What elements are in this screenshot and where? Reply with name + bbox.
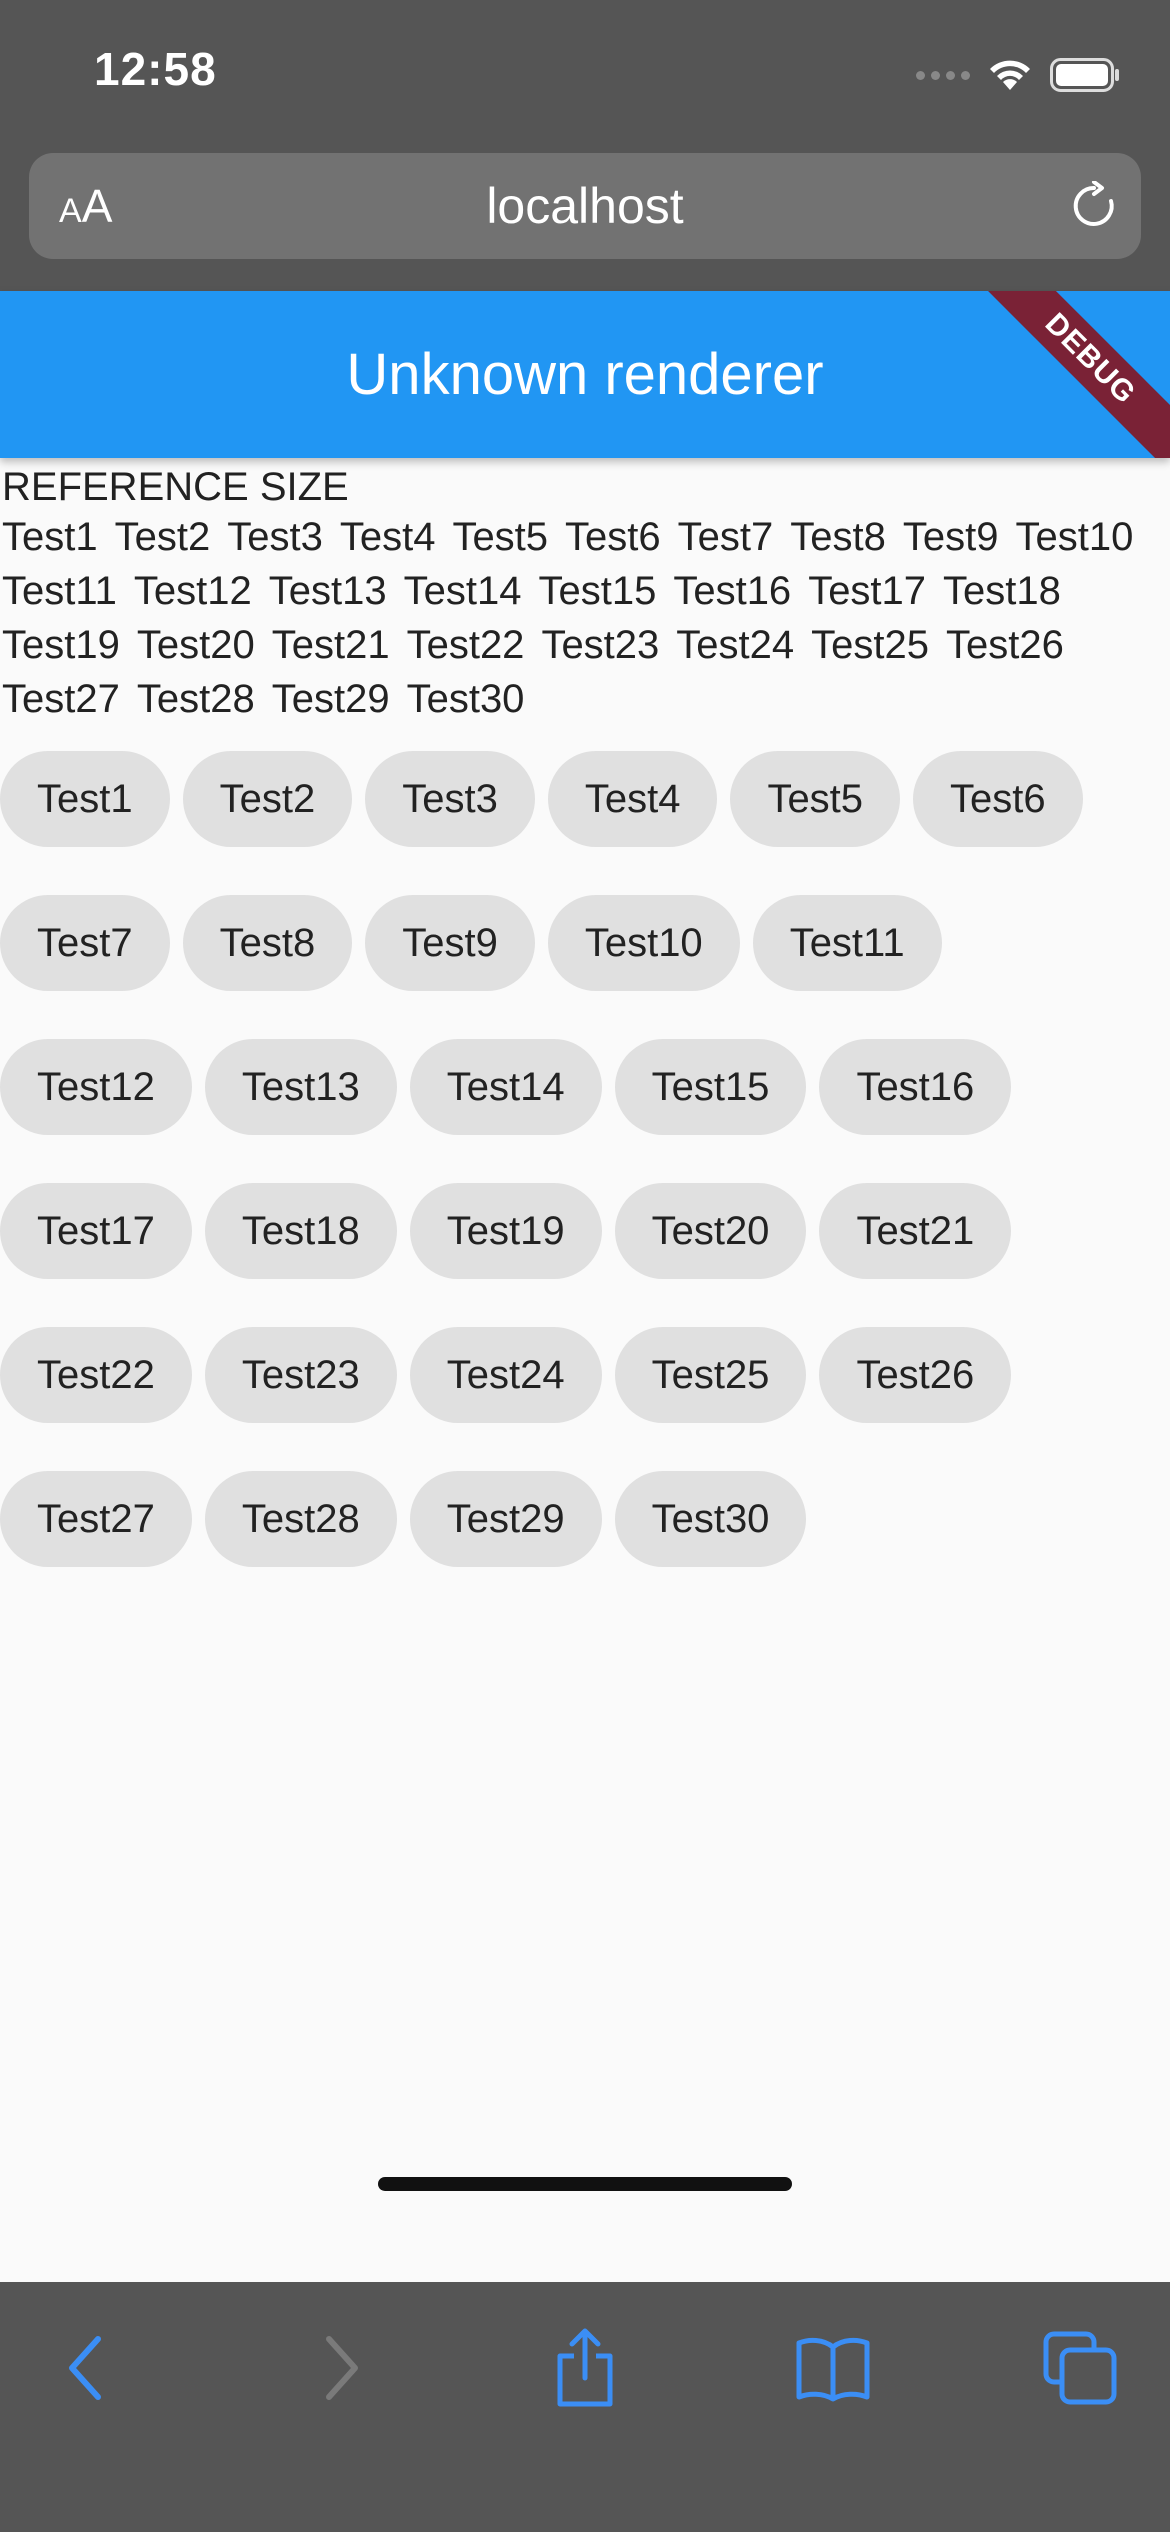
- chip[interactable]: Test4: [547, 751, 718, 847]
- reference-word: Test29: [271, 677, 390, 721]
- chip[interactable]: Test7: [0, 895, 170, 991]
- chip-row: Test22 Test23 Test24 Test25 Test26: [0, 1327, 1170, 1423]
- bookmarks-icon: [796, 2337, 870, 2402]
- chip[interactable]: Test13: [204, 1039, 397, 1135]
- chip-list: Test1 Test2 Test3 Test4 Test5 Test6 Test7 Test8…: [0, 751, 1170, 1615]
- reference-word: Test25: [811, 623, 930, 667]
- reference-word: Test14: [403, 569, 522, 613]
- url-text[interactable]: localhost: [29, 153, 1141, 259]
- share-icon: [557, 2328, 613, 2407]
- chip[interactable]: Test1: [0, 751, 170, 847]
- reference-word: Test19: [2, 623, 120, 667]
- reference-word: Test30: [406, 677, 525, 721]
- reference-word: Test6: [565, 515, 661, 559]
- chip[interactable]: Test15: [614, 1039, 807, 1135]
- reference-word: Test11: [2, 569, 117, 613]
- chip[interactable]: Test6: [913, 751, 1083, 847]
- chip[interactable]: Test21: [819, 1183, 1012, 1279]
- reference-word: Test27: [2, 677, 120, 721]
- reference-word: Test26: [946, 623, 1064, 667]
- chip[interactable]: Test3: [365, 751, 535, 847]
- chip[interactable]: Test9: [365, 895, 535, 991]
- back-icon: [69, 2336, 101, 2400]
- chip[interactable]: Test30: [614, 1471, 807, 1567]
- chip[interactable]: Test2: [182, 751, 353, 847]
- chip-row: Test27 Test28 Test29 Test30: [0, 1471, 1170, 1567]
- bookmarks-button[interactable]: [793, 2328, 873, 2408]
- chip[interactable]: Test14: [409, 1039, 602, 1135]
- chip-row: Test1 Test2 Test3 Test4 Test5 Test6: [0, 751, 1170, 847]
- reference-word: Test10: [1015, 515, 1134, 559]
- reference-word: Test5: [452, 515, 549, 559]
- chip[interactable]: Test8: [182, 895, 353, 991]
- status-time: 12:58: [94, 43, 217, 95]
- chip[interactable]: Test10: [547, 895, 740, 991]
- chip[interactable]: Test18: [204, 1183, 397, 1279]
- tabs-icon: [1043, 2331, 1117, 2405]
- status-icons: [916, 50, 1120, 100]
- reference-word: Test9: [902, 515, 999, 559]
- browser-bottom-toolbar: [0, 2282, 1170, 2532]
- chip[interactable]: Test27: [0, 1471, 192, 1567]
- reload-icon[interactable]: [1069, 180, 1119, 236]
- chip[interactable]: Test5: [730, 751, 901, 847]
- chip[interactable]: Test29: [409, 1471, 602, 1567]
- forward-icon: [326, 2336, 358, 2400]
- chip[interactable]: Test26: [819, 1327, 1012, 1423]
- reference-word: Test12: [133, 569, 252, 613]
- reference-word: Test13: [268, 569, 387, 613]
- reference-word: Test18: [943, 569, 1061, 613]
- chip-row: Test17 Test18 Test19 Test20 Test21: [0, 1183, 1170, 1279]
- reference-word: Test23: [541, 623, 660, 667]
- battery-icon: [1050, 58, 1120, 92]
- chip-row: Test12 Test13 Test14 Test15 Test16: [0, 1039, 1170, 1135]
- reference-word: Test28: [136, 677, 255, 721]
- chip[interactable]: Test11: [752, 895, 942, 991]
- reference-word: Test16: [673, 569, 792, 613]
- reference-word: Test2: [114, 515, 211, 559]
- app-bar: Unknown renderer DEBUG: [0, 291, 1170, 458]
- chip-row: Test7 Test8 Test9 Test10 Test11: [0, 895, 1170, 991]
- chip[interactable]: Test16: [819, 1039, 1012, 1135]
- chip[interactable]: Test20: [614, 1183, 807, 1279]
- chip[interactable]: Test19: [409, 1183, 602, 1279]
- browser-top-chrome: 12:58 AA localhost: [0, 0, 1170, 291]
- share-button[interactable]: [545, 2328, 625, 2408]
- chip[interactable]: Test22: [0, 1327, 192, 1423]
- chip[interactable]: Test28: [204, 1471, 397, 1567]
- address-bar[interactable]: AA localhost: [29, 153, 1141, 259]
- chip[interactable]: Test12: [0, 1039, 192, 1135]
- chip[interactable]: Test25: [614, 1327, 807, 1423]
- chip[interactable]: Test24: [409, 1327, 602, 1423]
- reference-word: Test3: [227, 515, 323, 559]
- page-content: REFERENCE SIZE Test1 Test2 Test3 Test4 Test5…: [0, 458, 1170, 726]
- reference-word: Test22: [406, 623, 525, 667]
- page-title: Unknown renderer: [346, 342, 824, 407]
- forward-button[interactable]: [300, 2328, 380, 2408]
- back-button[interactable]: [47, 2328, 127, 2408]
- reference-word: Test4: [339, 515, 436, 559]
- home-indicator: [378, 2177, 792, 2191]
- cellular-signal-icon: [916, 70, 970, 80]
- reference-word: Test17: [808, 569, 927, 613]
- reference-word: Test7: [677, 515, 774, 559]
- reference-word: Test8: [790, 515, 886, 559]
- reference-word: Test24: [676, 623, 795, 667]
- reference-word: Test1: [2, 515, 98, 559]
- chip[interactable]: Test23: [204, 1327, 397, 1423]
- wifi-icon: [988, 58, 1032, 92]
- reference-word: Test21: [271, 623, 390, 667]
- reference-text-block: Test1 Test2 Test3 Test4 Test5 Test6 Test7 Test8…: [0, 510, 1170, 726]
- reference-heading: REFERENCE SIZE: [2, 465, 349, 509]
- reference-word: Test20: [136, 623, 255, 667]
- tabs-button[interactable]: [1040, 2328, 1120, 2408]
- reference-word: Test15: [538, 569, 657, 613]
- chip[interactable]: Test17: [0, 1183, 192, 1279]
